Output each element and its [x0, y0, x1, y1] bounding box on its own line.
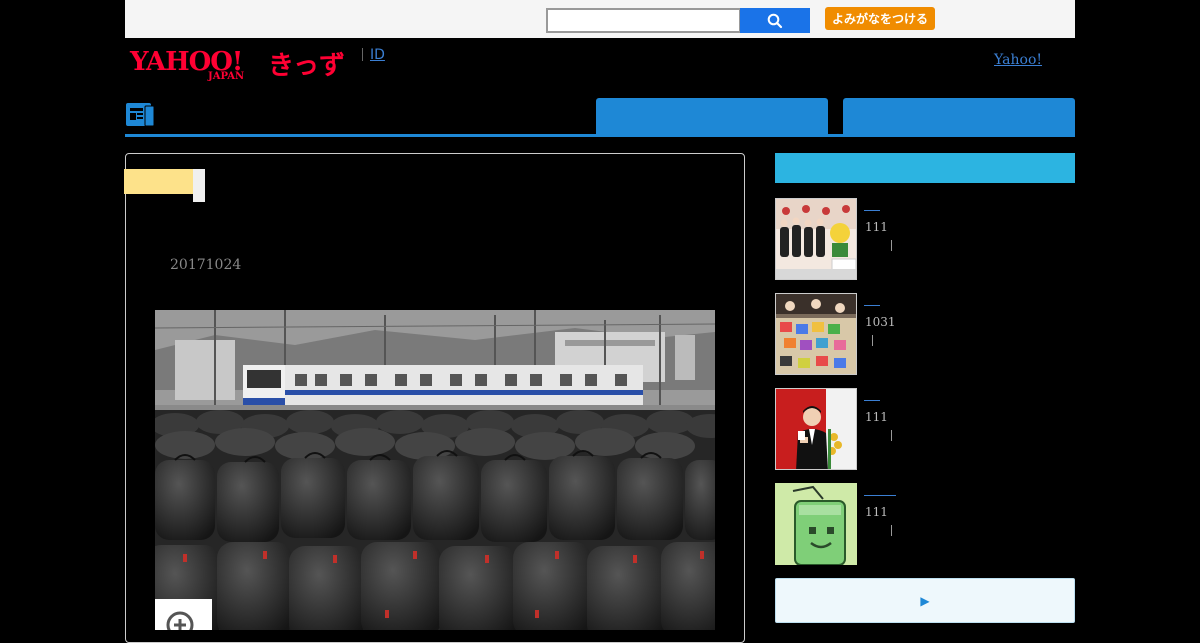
title-underline — [864, 210, 880, 211]
logo-kids-text: きっず — [268, 51, 345, 81]
zoom-button[interactable] — [155, 599, 212, 639]
yahoo-kids-logo[interactable]: YAHOO! きっず JAPAN — [128, 45, 346, 85]
article-photo — [155, 310, 715, 630]
yahoo-top-link[interactable]: Yahoo! — [994, 52, 1042, 68]
thumbnail — [775, 198, 857, 280]
news-icon — [125, 102, 155, 127]
item-count: 111 — [865, 410, 888, 424]
article-date: 20171024 — [170, 257, 242, 273]
sidebar-item-3[interactable]: 111 — [775, 388, 1075, 470]
title-underline — [864, 400, 880, 401]
thumbnail — [775, 293, 857, 375]
sidebar-item-1[interactable]: 111 — [775, 198, 1075, 280]
divider — [891, 525, 892, 536]
sidebar-header — [775, 153, 1075, 183]
sidebar-item-4[interactable]: 111 — [775, 483, 1075, 565]
nav-tab-1[interactable] — [596, 98, 828, 136]
zoom-in-icon — [166, 611, 194, 639]
more-button[interactable]: ▶ — [775, 578, 1075, 623]
category-tag — [124, 169, 196, 194]
divider — [891, 430, 892, 441]
divider — [891, 240, 892, 251]
title-underline — [864, 305, 880, 306]
search-button[interactable] — [740, 8, 810, 33]
search-icon — [767, 13, 783, 28]
thumbnail — [775, 388, 857, 470]
play-triangle-icon: ▶ — [920, 593, 930, 608]
item-count: 111 — [865, 505, 888, 519]
sidebar-item-2[interactable]: 1031 — [775, 293, 1075, 375]
search-input[interactable] — [546, 8, 741, 33]
logo-japan-text: JAPAN — [208, 71, 245, 82]
title-underline — [864, 495, 896, 496]
item-count: 111 — [865, 220, 888, 234]
thumbnail — [775, 483, 857, 565]
divider — [872, 335, 873, 346]
nav-tab-2[interactable] — [843, 98, 1075, 136]
id-link[interactable]: ID — [370, 47, 385, 63]
divider — [362, 48, 363, 61]
furigana-button[interactable]: よみがなをつける — [825, 7, 935, 30]
tag-fold — [193, 169, 205, 202]
item-count: 1031 — [865, 315, 896, 329]
